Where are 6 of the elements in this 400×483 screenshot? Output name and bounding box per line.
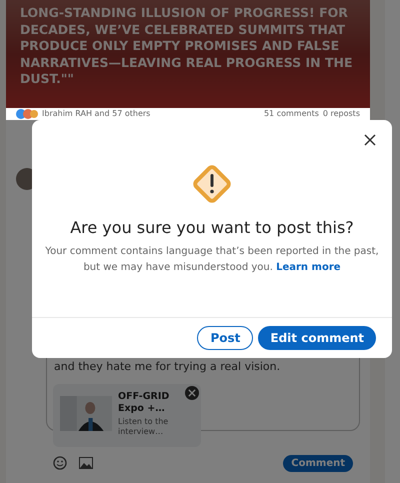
- dialog-message: Your comment contains language that’s been reported in the past, but we may have misunderstood you. Learn more: [44, 245, 380, 275]
- comment-text: and they hate me for trying a real vision.: [54, 359, 282, 375]
- preview-description: Listen to the interview…: [118, 416, 170, 436]
- preview-title: OFF-GRID Expo +…: [118, 390, 170, 414]
- quote-text: LONG-STANDING ILLUSION OF PROGRESS! FOR DECADES, WE’VE CELEBRATED SUMMITS THAT PRODUCE ONLY EMPTY PROMISES AND FALSE NARRATIVES—LEAVING REAL PROGRESS IN THE DUST."": [19, 4, 354, 88]
- dialog-title: Are you sure you want to post this?: [69, 217, 355, 239]
